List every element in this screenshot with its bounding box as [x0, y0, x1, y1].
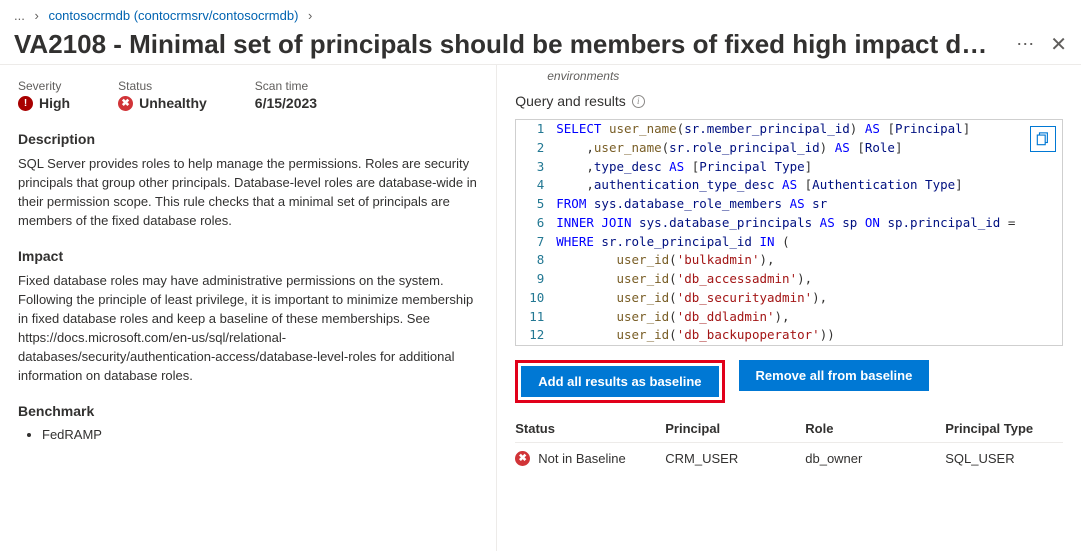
breadcrumb-link[interactable]: contosocrmdb (contocrmsrv/contosocrmdb)	[48, 8, 298, 23]
add-all-results-button[interactable]: Add all results as baseline	[521, 366, 718, 397]
info-icon[interactable]: i	[632, 95, 645, 108]
table-row[interactable]: ✖ Not in Baseline CRM_USER db_owner SQL_…	[515, 442, 1063, 474]
chevron-right-icon: ›	[308, 8, 312, 23]
impact-heading: Impact	[18, 248, 478, 264]
col-header-status[interactable]: Status	[515, 421, 665, 436]
remove-all-from-baseline-button[interactable]: Remove all from baseline	[739, 360, 930, 391]
scan-time-label: Scan time	[255, 79, 317, 93]
description-text: SQL Server provides roles to help manage…	[18, 155, 478, 230]
environments-note: environments	[547, 69, 1063, 83]
benchmark-heading: Benchmark	[18, 403, 478, 419]
query-panel: environments Query and results i 1SELECT…	[497, 65, 1081, 551]
more-actions-icon[interactable]: ⋯	[1016, 34, 1034, 55]
severity-value: High	[39, 95, 70, 111]
copy-query-button[interactable]	[1030, 126, 1056, 152]
breadcrumb-ellipsis[interactable]: ...	[14, 8, 25, 23]
severity-label: Severity	[18, 79, 70, 93]
highlight-box: Add all results as baseline	[515, 360, 724, 403]
close-icon[interactable]: ✕	[1050, 32, 1067, 57]
description-heading: Description	[18, 131, 478, 147]
query-and-results-heading: Query and results	[515, 93, 626, 109]
row-principal: CRM_USER	[665, 451, 805, 466]
col-header-principal-type[interactable]: Principal Type	[945, 421, 1063, 436]
status-label: Status	[118, 79, 207, 93]
copy-icon	[1036, 132, 1050, 146]
not-in-baseline-icon: ✖	[515, 451, 530, 466]
status-value: Unhealthy	[139, 95, 207, 111]
unhealthy-icon: ✖	[118, 96, 133, 111]
row-principal-type: SQL_USER	[945, 451, 1063, 466]
scan-time-value: 6/15/2023	[255, 95, 317, 111]
benchmark-item: FedRAMP	[42, 427, 478, 442]
results-table: Status Principal Role Principal Type ✖ N…	[515, 415, 1063, 474]
impact-text: Fixed database roles may have administra…	[18, 272, 478, 385]
severity-high-icon: !	[18, 96, 33, 111]
sql-query-box: 1SELECT user_name(sr.member_principal_id…	[515, 119, 1063, 346]
row-role: db_owner	[805, 451, 945, 466]
row-status: Not in Baseline	[538, 451, 625, 466]
col-header-role[interactable]: Role	[805, 421, 945, 436]
page-title: VA2108 - Minimal set of principals shoul…	[14, 29, 1000, 60]
col-header-principal[interactable]: Principal	[665, 421, 805, 436]
chevron-right-icon: ›	[34, 8, 38, 23]
details-panel: Severity ! High Status ✖ Unhealthy Scan …	[0, 65, 497, 551]
breadcrumb: ... › contosocrmdb (contocrmsrv/contosoc…	[0, 0, 1081, 27]
